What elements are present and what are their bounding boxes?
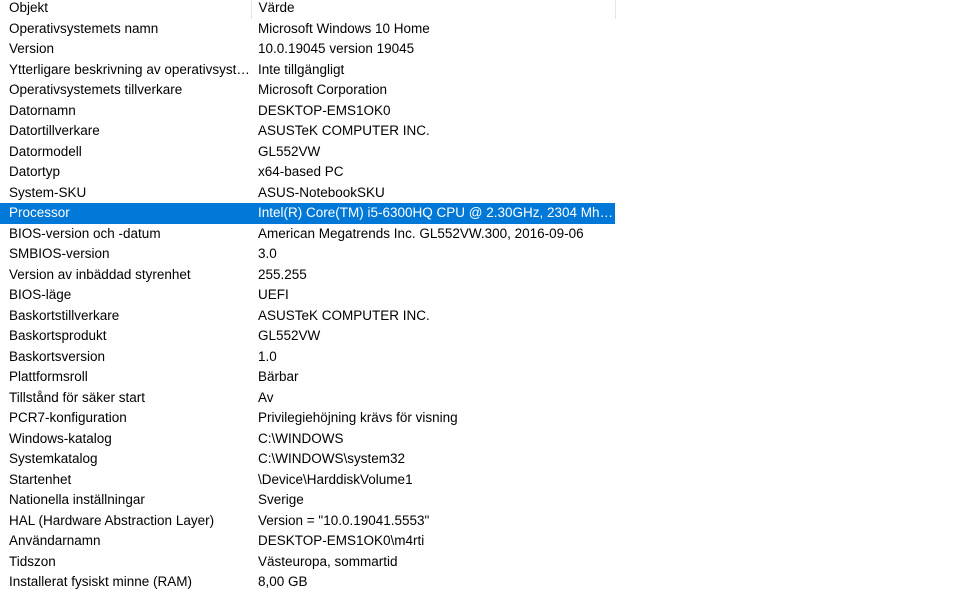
table-row[interactable]: Datormodell GL552VW (0, 142, 615, 163)
row-value-cell: C:\WINDOWS\system32 (258, 451, 406, 467)
table-row[interactable]: PCR7-konfiguration Privilegiehöjning kräv… (0, 408, 615, 429)
row-object-cell: Windows-katalog (9, 430, 112, 446)
table-header: Objekt Värde (0, 0, 616, 19)
table-row[interactable]: Tidszon Västeuropa, sommartid (0, 552, 615, 573)
table-row[interactable]: Systemkatalog C:\WINDOWS\system32 (0, 449, 615, 470)
row-value-cell: ASUSTeK COMPUTER INC. (258, 123, 430, 139)
row-value-cell: American Megatrends Inc. GL552VW.300, 20… (258, 225, 584, 241)
table-row[interactable]: System-SKU ASUS-NotebookSKU (0, 183, 615, 204)
table-row[interactable]: Datortillverkare ASUSTeK COMPUTER INC. (0, 121, 615, 142)
row-object-cell: BIOS-version och -datum (9, 225, 161, 241)
system-summary-table: Objekt Värde Operativsystemets namn Micro… (0, 0, 616, 590)
row-value-cell: 1.0 (258, 348, 277, 364)
row-object-cell: Tidszon (9, 553, 56, 569)
table-row[interactable]: Windows-katalog C:\WINDOWS (0, 429, 615, 450)
row-value-cell: GL552VW (258, 143, 321, 159)
table-row[interactable]: Version av inbäddad styrenhet 255.255 (0, 265, 615, 286)
row-value-cell: Sverige (258, 492, 304, 508)
row-object-cell: BIOS-läge (9, 287, 72, 303)
row-object-cell: Datornamn (9, 102, 76, 118)
row-object-cell: Datormodell (9, 143, 82, 159)
row-value-cell: Västeuropa, sommartid (258, 553, 398, 569)
row-value-cell: DESKTOP-EMS1OK0\m4rti (258, 533, 425, 549)
table-row[interactable]: Version 10.0.19045 version 19045 (0, 39, 615, 60)
table-row[interactable]: Startenhet \Device\HarddiskVolume1 (0, 470, 615, 491)
row-value-cell: UEFI (258, 287, 289, 303)
row-value-cell: Version = "10.0.19041.5553" (258, 512, 430, 528)
row-value-cell: \Device\HarddiskVolume1 (258, 471, 413, 487)
row-object-cell: PCR7-konfiguration (9, 410, 127, 426)
column-header-value[interactable]: Värde (251, 0, 616, 19)
table-row[interactable]: BIOS-läge UEFI (0, 285, 615, 306)
row-value-cell: 8,00 GB (258, 574, 308, 590)
row-object-cell: Baskortsprodukt (9, 328, 107, 344)
row-value-cell: ASUSTeK COMPUTER INC. (258, 307, 430, 323)
row-object-cell: System-SKU (9, 184, 87, 200)
row-object-cell: Installerat fysiskt minne (RAM) (9, 574, 193, 590)
table-row[interactable]: Datornamn DESKTOP-EMS1OK0 (0, 101, 615, 122)
row-value-cell: Intel(R) Core(TM) i5-6300HQ CPU @ 2.30GH… (251, 203, 615, 224)
row-value-cell: 3.0 (258, 246, 277, 262)
row-object-cell: Systemkatalog (9, 451, 98, 467)
row-value-cell: Microsoft Corporation (258, 82, 388, 98)
row-object-cell: SMBIOS-version (9, 246, 110, 262)
row-value-cell: x64-based PC (258, 164, 344, 180)
table-row[interactable]: Tillstånd för säker start Av (0, 388, 615, 409)
table-row[interactable]: Processor Intel(R) Core(TM) i5-6300HQ CPU… (0, 203, 615, 224)
row-value-cell: Av (258, 389, 274, 405)
row-object-cell: Plattformsroll (9, 369, 88, 385)
table-row[interactable]: Datortyp x64-based PC (0, 162, 615, 183)
row-value-cell: 10.0.19045 version 19045 (258, 41, 415, 57)
row-value-cell: 255.255 (258, 266, 307, 282)
table-row[interactable]: Installerat fysiskt minne (RAM) 8,00 GB (0, 572, 615, 590)
table-row[interactable]: Ytterligare beskrivning av operativsyste… (0, 60, 615, 81)
row-object-cell: Tillstånd för säker start (9, 389, 146, 405)
row-value-cell: ASUS-NotebookSKU (258, 184, 385, 200)
table-row[interactable]: SMBIOS-version 3.0 (0, 244, 615, 265)
row-object-cell: Baskortstillverkare (9, 307, 120, 323)
table-row[interactable]: Användarnamn DESKTOP-EMS1OK0\m4rti (0, 531, 615, 552)
row-value-cell: Bärbar (258, 369, 299, 385)
row-value-cell: Inte tillgängligt (258, 61, 345, 77)
row-object-cell: Version (9, 41, 55, 57)
row-object-cell: Användarnamn (9, 533, 101, 549)
row-value-cell: Privilegiehöjning krävs för visning (258, 410, 458, 426)
row-object-cell: Nationella inställningar (9, 492, 145, 508)
row-object-cell: Operativsystemets namn (9, 20, 159, 36)
table-row[interactable]: Baskortsversion 1.0 (0, 347, 615, 368)
header-row: Objekt Värde (0, 0, 616, 19)
row-object-cell: HAL (Hardware Abstraction Layer) (9, 512, 215, 528)
table-row[interactable]: BIOS-version och -datum American Megatren… (0, 224, 615, 245)
row-object-cell: Startenhet (9, 471, 72, 487)
table-row[interactable]: Nationella inställningar Sverige (0, 490, 615, 511)
row-value-cell: GL552VW (258, 328, 321, 344)
table-row[interactable]: Baskortstillverkare ASUSTeK COMPUTER INC. (0, 306, 615, 327)
table-row[interactable]: Plattformsroll Bärbar (0, 367, 615, 388)
row-object-cell: Processor (0, 203, 251, 224)
column-header-object[interactable]: Objekt (0, 0, 252, 19)
row-object-cell: Datortillverkare (9, 123, 100, 139)
row-object-cell: Ytterligare beskrivning av operativsyste… (9, 61, 251, 77)
row-object-cell: Datortyp (9, 164, 61, 180)
row-object-cell: Baskortsversion (9, 348, 106, 364)
table-row[interactable]: HAL (Hardware Abstraction Layer) Version … (0, 511, 615, 532)
row-value-cell: DESKTOP-EMS1OK0 (258, 102, 391, 118)
row-value-cell: Microsoft Windows 10 Home (258, 20, 430, 36)
row-value-cell: C:\WINDOWS (258, 430, 344, 446)
row-object-cell: Version av inbäddad styrenhet (9, 266, 191, 282)
table-row[interactable]: Operativsystemets namn Microsoft Windows … (0, 19, 615, 40)
system-summary-list-view[interactable]: Objekt Värde Operativsystemets namn Micro… (0, 0, 960, 590)
row-object-cell: Operativsystemets tillverkare (9, 82, 183, 98)
table-body: Operativsystemets namn Microsoft Windows … (0, 19, 615, 590)
table-row[interactable]: Baskortsprodukt GL552VW (0, 326, 615, 347)
table-row[interactable]: Operativsystemets tillverkare Microsoft C… (0, 80, 615, 101)
